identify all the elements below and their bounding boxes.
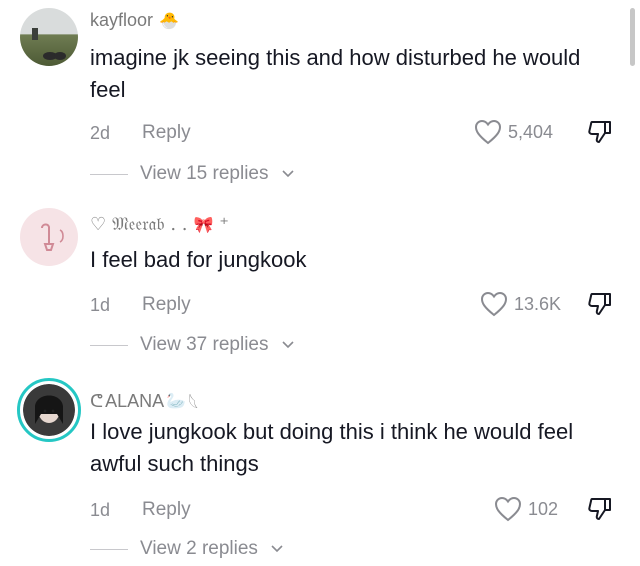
replies-divider: [90, 344, 128, 346]
comment-username[interactable]: ᕦ ALANA 🦢 𓆩: [90, 386, 198, 416]
thumbs-down-outline-icon: [588, 498, 611, 520]
comment-time: 1d: [90, 295, 111, 315]
comment-time: 2d: [90, 123, 111, 143]
username-prefix: ᕦ: [90, 390, 104, 411]
username-text[interactable]: ALANA: [105, 391, 164, 412]
view-replies-button[interactable]: View 15 replies: [90, 163, 295, 185]
swan-decoration-icon: 🦢: [166, 393, 187, 410]
like-count: 5,404: [508, 121, 554, 142]
dislike-button[interactable]: [586, 290, 614, 323]
scrollbar[interactable]: [630, 8, 635, 66]
like-count: 13.6K: [514, 293, 562, 314]
avatar[interactable]: [20, 208, 78, 266]
view-replies-label: View 37 replies: [140, 334, 269, 355]
heart-outline-icon: [480, 291, 508, 317]
thumbs-down-outline-icon: [588, 293, 611, 315]
chevron-down-icon: [281, 170, 294, 178]
comment-text: imagine jk seeing this and how disturbed…: [90, 45, 581, 102]
ribbon-decoration-icon: 🎀: [193, 216, 214, 234]
chevron-down-icon: [281, 341, 294, 349]
avatar[interactable]: [20, 8, 78, 66]
reply-button[interactable]: Reply: [142, 294, 191, 316]
heart-outline-icon: [474, 119, 502, 145]
view-replies-button[interactable]: View 37 replies: [90, 334, 295, 356]
heart-outline-icon: [494, 496, 522, 522]
avatar[interactable]: [17, 378, 81, 442]
username-text[interactable]: kayfloor: [90, 10, 153, 31]
avatar-image-icon: [23, 384, 75, 436]
comment-time: 1d: [90, 500, 111, 520]
comment-username[interactable]: ♡ 𝔐𝔢𝔢𝔯𝔞𝔟 . . 🎀 ⁺: [90, 214, 229, 235]
like-button[interactable]: 13.6K: [480, 291, 561, 317]
dislike-button[interactable]: [586, 118, 614, 151]
reply-button[interactable]: Reply: [142, 122, 191, 144]
chevron-down-icon: [271, 545, 283, 553]
avatar-image-icon: [41, 223, 64, 251]
like-button[interactable]: 5,404: [474, 119, 553, 145]
view-replies-label: View 15 replies: [140, 163, 269, 184]
view-replies-button[interactable]: View 2 replies: [90, 538, 284, 560]
username-suffix: 𓆩: [188, 394, 199, 414]
comment-text: I feel bad for jungkook: [90, 247, 307, 272]
like-count: 102: [528, 498, 559, 519]
view-replies-label: View 2 replies: [140, 538, 258, 559]
dislike-button[interactable]: [586, 495, 614, 528]
username-text[interactable]: 𝔐𝔢𝔢𝔯𝔞𝔟 . .: [112, 214, 187, 235]
replies-divider: [90, 548, 128, 550]
thumbs-down-outline-icon: [588, 121, 611, 143]
comment-username[interactable]: kayfloor 🐣: [90, 10, 179, 31]
replies-divider: [90, 173, 128, 175]
username-prefix: ♡: [90, 214, 107, 234]
username-emoji: 🐣: [159, 12, 179, 30]
comment-text: I love jungkook but doing this i think h…: [90, 419, 574, 476]
avatar-image-icon: [32, 28, 66, 60]
like-button[interactable]: 102: [494, 496, 558, 522]
username-suffix: ⁺: [219, 214, 229, 234]
reply-button[interactable]: Reply: [142, 499, 191, 521]
